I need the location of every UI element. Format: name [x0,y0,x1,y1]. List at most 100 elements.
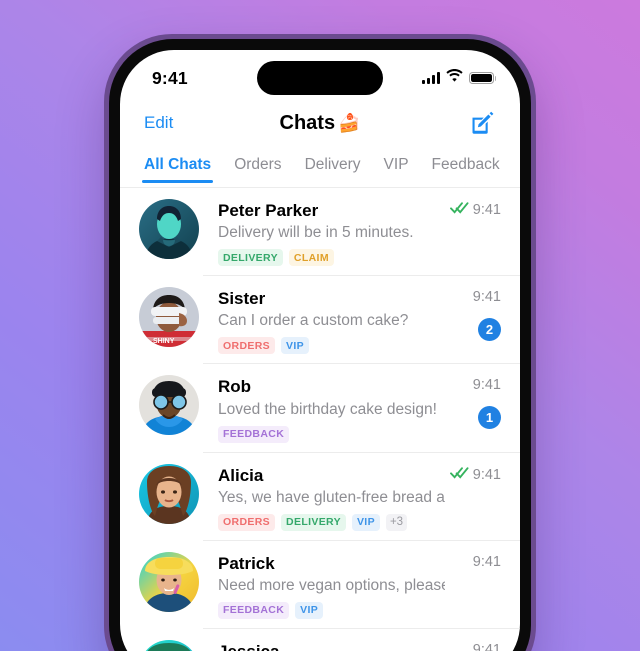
tab-delivery[interactable]: Delivery [305,156,361,183]
avatar[interactable] [139,551,199,612]
unread-count-badge: 1 [478,406,501,430]
avatar[interactable] [139,463,199,524]
tag-vip: VIP [281,337,310,355]
chat-timestamp: 9:41 [472,466,501,483]
tag-vip: VIP [295,601,324,619]
status-bar: 9:41 [120,50,520,100]
chat-meta: 9:41 2 [445,287,501,342]
avatar[interactable] [139,639,199,651]
tag-orders: ORDERS [218,337,276,355]
chat-meta-top: 9:41 [473,642,501,651]
tab-feedback[interactable]: Feedback [432,156,500,183]
chat-meta: 9:41 [445,464,501,484]
chat-text-block: Patrick Need more vegan options, please.… [218,552,445,619]
chat-text-block: Sister Can I order a custom cake? ORDERS… [218,287,445,355]
tag-row: ORDERS VIP [218,337,445,355]
photo-man-glasses-blue-hoodie [139,375,199,436]
tag-feedback: FEEDBACK [218,601,290,619]
chat-meta-top: 9:41 [449,466,501,484]
avatar[interactable]: SHINY [139,287,199,348]
dynamic-island [257,61,383,95]
chat-timestamp: 9:41 [472,289,501,306]
edit-button[interactable]: Edit [144,113,173,133]
chat-contact-name: Jessica [218,641,445,651]
double-check-icon [449,466,469,479]
tag-orders: ORDERS [218,513,276,531]
chat-contact-name: Rob [218,377,252,397]
tag-claim: CLAIM [288,249,334,267]
photo-woman-green-hair [139,639,199,651]
tag-row: ORDERS DELIVERY VIP +3 [218,513,445,531]
avatar[interactable] [139,375,199,436]
chat-list-item[interactable]: Jessica Nice, got it. 9:41 [120,629,520,651]
svg-text:SHINY: SHINY [153,338,175,345]
chat-meta: 9:41 [445,552,501,570]
chat-meta-top: 9:41 [473,554,501,570]
chat-list-item[interactable]: Rob Loved the birthday cake design! FEED… [120,364,520,453]
tag-overflow-count: +3 [385,513,408,531]
avatar[interactable] [139,199,199,259]
compose-button[interactable] [468,109,496,137]
status-bar-icons [421,69,497,87]
tag-row: FEEDBACK [218,425,445,443]
phone-bezel: 9:41 Edit Chats 🍰 All Chats Orders Deliv… [109,39,531,651]
cellular-bars-icon [421,72,440,84]
tag-vip: VIP [351,513,380,531]
tab-all-chats[interactable]: All Chats [141,156,214,184]
read-receipt-icon [449,466,469,484]
tag-delivery: DELIVERY [281,513,346,531]
chat-list-item[interactable]: Alicia Yes, we have gluten-free bread av… [120,453,520,541]
double-check-icon [449,202,469,214]
chat-list-item[interactable]: Patrick Need more vegan options, please.… [120,541,520,630]
chat-list-item[interactable]: SHINY Sister Can I order a custom cake? … [120,276,520,365]
chat-timestamp: 9:41 [472,377,501,394]
tag-row: DELIVERY CLAIM [218,249,445,267]
chat-text-block: Jessica Nice, got it. [218,640,445,651]
photo-person-white-cap: SHINY [139,287,199,348]
chat-list[interactable]: Peter Parker Delivery will be in 5 minut… [120,188,520,651]
chat-timestamp: 9:41 [472,202,501,218]
phone-screen: 9:41 Edit Chats 🍰 All Chats Orders Deliv… [120,50,520,651]
chat-preview-message: Need more vegan options, please. [218,576,445,594]
tab-orders[interactable]: Orders [234,156,281,183]
photo-woman-brown-hair-cyan [139,463,199,524]
compose-pencil-square-icon [472,111,494,134]
chat-preview-message: Can I order a custom cake? [218,312,409,330]
read-receipt-icon [449,201,469,219]
chat-meta: 9:41 [445,199,501,219]
chat-list-item[interactable]: Peter Parker Delivery will be in 5 minut… [120,188,520,277]
page-title: Chats 🍰 [120,112,520,135]
chat-timestamp: 9:41 [472,553,501,570]
page-title-text: Chats [279,111,336,134]
chat-meta: 9:41 1 [445,375,501,430]
chat-contact-name: Alicia [218,465,264,485]
battery-full-icon [469,71,497,85]
phone-device-frame: 9:41 Edit Chats 🍰 All Chats Orders Deliv… [104,34,536,651]
status-bar-time: 9:41 [152,67,188,88]
chat-preview-message: Yes, we have gluten-free bread available… [218,488,445,506]
chat-meta-top: 9:41 [449,201,501,219]
chat-contact-name: Peter Parker [218,201,319,220]
chat-contact-name: Patrick [218,553,275,573]
chat-contact-name: Sister [218,289,266,309]
chat-meta: 9:41 [445,640,501,651]
nav-bar: Edit Chats 🍰 [120,100,520,146]
chat-text-block: Rob Loved the birthday cake design! FEED… [218,375,445,443]
chat-text-block: Alicia Yes, we have gluten-free bread av… [218,464,445,531]
chat-preview-message: Delivery will be in 5 minutes. [218,224,414,242]
unread-count-badge: 2 [478,318,501,342]
tag-feedback: FEEDBACK [218,425,290,443]
chat-meta-top: 9:41 [473,377,501,393]
chat-preview-message: Loved the birthday cake design! [218,400,437,418]
tab-bar[interactable]: All ChatsOrdersDeliveryVIPFeedbackE [120,146,520,188]
photo-man-teal-jacket [139,199,199,259]
photo-man-yellow-hat [139,551,199,612]
wifi-icon [446,69,463,87]
tag-delivery: DELIVERY [218,249,283,267]
chat-timestamp: 9:41 [472,641,501,651]
chat-text-block: Peter Parker Delivery will be in 5 minut… [218,199,445,267]
cake-emoji-icon: 🍰 [338,112,361,133]
tag-row: FEEDBACK VIP [218,601,445,619]
chat-meta-top: 9:41 [473,289,501,305]
tab-vip[interactable]: VIP [384,156,409,183]
